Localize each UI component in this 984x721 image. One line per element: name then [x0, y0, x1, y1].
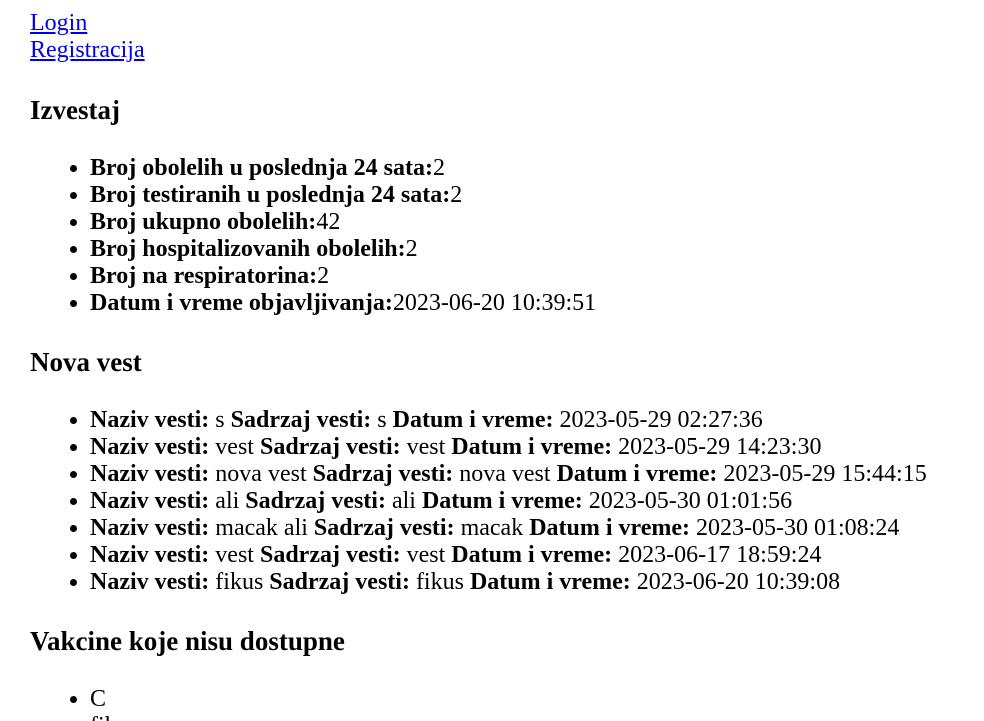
news-content: nova vest	[459, 461, 551, 487]
news-item: Naziv vesti: vest Sadrzaj vesti: vest Da…	[90, 542, 984, 569]
report-item-value: 2	[405, 236, 418, 262]
news-item: Naziv vesti: fikus Sadrzaj vesti: fikus …	[90, 569, 984, 596]
report-item-label: Datum i vreme objavljivanja:	[90, 290, 393, 316]
report-item: Broj obolelih u poslednja 24 sata:2	[90, 155, 984, 182]
news-content: fikus	[415, 569, 464, 595]
news-date: 2023-05-30 01:08:24	[696, 515, 900, 541]
vaccine-item: C	[90, 686, 984, 713]
news-name-label: Naziv vesti:	[90, 407, 210, 433]
news-name: fikus	[215, 569, 264, 595]
report-item-value: 2	[450, 182, 463, 208]
news-content-label: Sadrzaj vesti:	[230, 407, 372, 433]
news-heading: Nova vest	[30, 347, 142, 377]
news-item: Naziv vesti: ali Sadrzaj vesti: ali Datu…	[90, 488, 984, 515]
news-name-label: Naziv vesti:	[90, 488, 210, 514]
news-date: 2023-05-29 14:23:30	[618, 434, 822, 460]
news-name-label: Naziv vesti:	[90, 542, 210, 568]
news-content: ali	[391, 488, 416, 514]
login-link[interactable]: Login	[30, 10, 984, 37]
news-item: Naziv vesti: s Sadrzaj vesti: s Datum i …	[90, 407, 984, 434]
news-item: Naziv vesti: nova vest Sadrzaj vesti: no…	[90, 461, 984, 488]
news-date: 2023-05-29 15:44:15	[723, 461, 927, 487]
report-item-label: Broj ukupno obolelih:	[90, 209, 317, 235]
news-date-label: Datum i vreme:	[392, 407, 554, 433]
news-date-label: Datum i vreme:	[469, 569, 631, 595]
news-content-label: Sadrzaj vesti:	[269, 569, 410, 595]
registration-link[interactable]: Registracija	[30, 37, 984, 64]
report-item: Broj na respiratorina:2	[90, 263, 984, 290]
report-item-label: Broj hospitalizovanih obolelih:	[90, 236, 406, 262]
vaccine-item: fikus	[90, 713, 984, 721]
news-date-label: Datum i vreme:	[556, 461, 718, 487]
news-date: 2023-06-20 10:39:08	[636, 569, 841, 595]
news-item: Naziv vesti: macak ali Sadrzaj vesti: ma…	[90, 515, 984, 542]
report-item-label: Broj testiranih u poslednja 24 sata:	[90, 182, 451, 208]
page: Login Registracija Izvestaj Broj oboleli…	[0, 0, 984, 721]
report-item-value: 2	[317, 263, 330, 289]
report-list: Broj obolelih u poslednja 24 sata:2 Broj…	[30, 155, 984, 317]
news-date: 2023-05-29 02:27:36	[559, 407, 763, 433]
news-date-label: Datum i vreme:	[529, 515, 691, 541]
news-date: 2023-06-17 18:59:24	[618, 542, 822, 568]
news-name: nova vest	[215, 461, 307, 487]
news-name: macak ali	[215, 515, 308, 541]
news-content-label: Sadrzaj vesti:	[259, 434, 401, 460]
news-name: vest	[215, 434, 254, 460]
news-content: vest	[406, 434, 446, 460]
top-nav: Login Registracija	[30, 10, 984, 64]
report-item-value: 42	[316, 209, 341, 235]
report-item-value: 2023-06-20 10:39:51	[392, 290, 597, 316]
report-item: Broj testiranih u poslednja 24 sata:2	[90, 182, 984, 209]
report-item-value: 2	[432, 155, 445, 181]
unavailable-vaccines-list: C fikus	[30, 686, 984, 721]
unavailable-vaccines-heading: Vakcine koje nisu dostupne	[30, 626, 345, 656]
news-name: s	[215, 407, 225, 433]
news-date: 2023-05-30 01:01:56	[588, 488, 793, 514]
news-content-label: Sadrzaj vesti:	[312, 461, 454, 487]
news-content-label: Sadrzaj vesti:	[313, 515, 455, 541]
news-date-label: Datum i vreme:	[451, 434, 613, 460]
news-date-label: Datum i vreme:	[451, 542, 613, 568]
report-item: Datum i vreme objavljivanja:2023-06-20 1…	[90, 290, 984, 317]
news-name-label: Naziv vesti:	[90, 569, 210, 595]
report-item: Broj ukupno obolelih:42	[90, 209, 984, 236]
news-name: ali	[215, 488, 240, 514]
news-item: Naziv vesti: vest Sadrzaj vesti: vest Da…	[90, 434, 984, 461]
news-name: vest	[215, 542, 254, 568]
report-heading: Izvestaj	[30, 95, 120, 125]
news-content-label: Sadrzaj vesti:	[245, 488, 386, 514]
news-content: vest	[406, 542, 446, 568]
news-content: macak	[460, 515, 524, 541]
report-item-label: Broj na respiratorina:	[90, 263, 318, 289]
news-name-label: Naziv vesti:	[90, 461, 210, 487]
report-item: Broj hospitalizovanih obolelih:2	[90, 236, 984, 263]
news-name-label: Naziv vesti:	[90, 515, 210, 541]
report-item-label: Broj obolelih u poslednja 24 sata:	[90, 155, 433, 181]
news-content: s	[377, 407, 387, 433]
news-name-label: Naziv vesti:	[90, 434, 210, 460]
news-date-label: Datum i vreme:	[421, 488, 583, 514]
news-content-label: Sadrzaj vesti:	[259, 542, 401, 568]
news-list: Naziv vesti: s Sadrzaj vesti: s Datum i …	[30, 407, 984, 596]
